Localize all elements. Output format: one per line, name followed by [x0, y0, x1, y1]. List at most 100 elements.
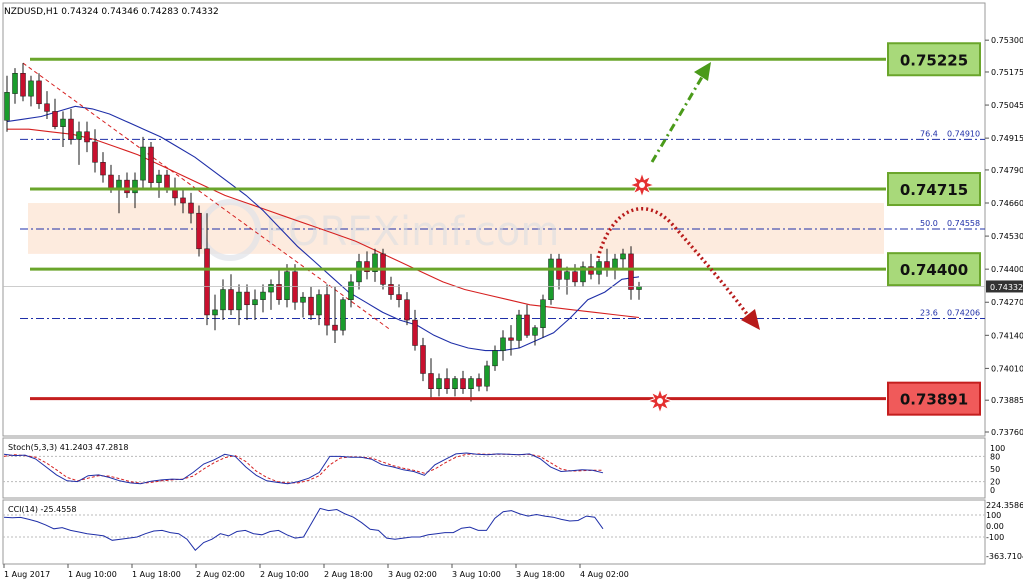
price-tick-label: 0.74400 — [991, 265, 1023, 274]
candle-body — [444, 378, 450, 389]
price-tick-label: 0.74530 — [991, 232, 1023, 241]
level-label: 0.74715 — [900, 181, 968, 199]
level-label: 0.74400 — [900, 261, 968, 279]
candle-body — [252, 299, 258, 306]
stoch-panel — [2, 437, 986, 499]
fib-ratio: 23.6 — [920, 309, 938, 318]
price-tick-label: 0.74915 — [991, 134, 1023, 143]
candle-body — [4, 92, 10, 121]
price-tick-label: 0.75300 — [991, 36, 1023, 45]
candle-body — [436, 378, 442, 389]
candle-body — [420, 345, 426, 374]
candle-body — [484, 365, 490, 387]
candle-body — [452, 378, 458, 389]
candle-body — [292, 271, 298, 303]
candle — [148, 141, 154, 188]
candle-body — [220, 289, 226, 311]
candle-body — [500, 337, 506, 351]
cci-tick-label: -363.7104 — [986, 552, 1023, 561]
candle-body — [340, 299, 346, 331]
chart-panels — [2, 2, 986, 565]
support-marker — [646, 387, 674, 415]
candle-body — [572, 271, 578, 283]
candle-body — [468, 378, 474, 389]
time-tick-label: 3 Aug 18:00 — [516, 570, 565, 579]
candle-body — [428, 373, 434, 389]
candle-body — [244, 291, 250, 306]
fib-value: 0.74910 — [947, 129, 980, 138]
candle-body — [132, 179, 138, 194]
chart-canvas: 76.4 0.74910 50.0 0.74558 23.6 0.74206 FOREXi… — [2, 2, 1023, 579]
candle-body — [108, 174, 114, 188]
time-tick-label: 1 Aug 2017 — [4, 570, 50, 579]
price-tick-label: 0.74270 — [991, 298, 1023, 307]
candle-body — [100, 162, 106, 176]
fib-value: 0.74206 — [947, 309, 980, 318]
current-price-label: 0.74332 — [990, 283, 1023, 292]
candle-body — [348, 281, 354, 300]
candle-body — [76, 131, 82, 140]
price-tick-label: 0.74140 — [991, 331, 1023, 340]
candle-body — [20, 73, 26, 97]
time-axis: 1 Aug 2017 1 Aug 10:00 1 Aug 18:00 2 Aug 02… — [3, 564, 629, 579]
candle-body — [84, 131, 90, 143]
stoch-tick-label: 50 — [990, 465, 1000, 474]
breakout-marker — [628, 171, 656, 199]
candle-body — [212, 309, 218, 316]
candle-body — [164, 174, 170, 188]
time-tick-label: 1 Aug 10:00 — [68, 570, 117, 579]
candle-body — [148, 146, 154, 183]
candle-body — [188, 202, 194, 214]
candle-body — [516, 314, 522, 341]
fib-value: 0.74558 — [947, 219, 980, 228]
price-tick-label: 0.74790 — [991, 166, 1023, 175]
candle — [196, 205, 202, 257]
candle-body — [44, 103, 50, 112]
price-tick-label: 0.73885 — [991, 396, 1023, 405]
stoch-label: Stoch(5,3,3) 41.2403 47.2818 — [8, 443, 128, 452]
candle-body — [68, 118, 74, 140]
candle-body — [628, 253, 634, 290]
time-tick-label: 3 Aug 02:00 — [388, 570, 437, 579]
candle-body — [636, 286, 642, 290]
candle-body — [116, 179, 122, 188]
candle — [340, 297, 346, 336]
burst-core — [657, 398, 663, 404]
candle-body — [92, 141, 98, 163]
level-label: 0.75225 — [900, 51, 968, 69]
symbol-header: NZDUSD,H1 0.74324 0.74346 0.74283 0.7433… — [4, 7, 219, 17]
candle-body — [36, 80, 42, 105]
fib-ratio: 76.4 — [920, 129, 938, 138]
price-tick-label: 0.73760 — [991, 428, 1023, 437]
candle-body — [52, 111, 58, 127]
time-tick-label: 2 Aug 02:00 — [196, 570, 245, 579]
time-tick-label: 2 Aug 18:00 — [324, 570, 373, 579]
candle-body — [412, 319, 418, 346]
stoch-tick-label: 0 — [990, 486, 995, 495]
candle-body — [236, 291, 242, 311]
watermark-text: FOREXimf.com — [265, 209, 559, 255]
candle-body — [460, 378, 466, 389]
candle-body — [564, 271, 570, 280]
candle-body — [388, 284, 394, 295]
candle-body — [124, 179, 130, 194]
fib-ratio: 50.0 — [920, 219, 938, 228]
level-label: 0.73891 — [900, 391, 968, 409]
candle-body — [196, 212, 202, 250]
candle-body — [324, 294, 330, 326]
cci-tick-label: -100 — [986, 533, 1004, 542]
time-tick-label: 4 Aug 02:00 — [580, 570, 629, 579]
candle-body — [228, 289, 234, 311]
price-tick-label: 0.74010 — [991, 364, 1023, 373]
time-tick-label: 3 Aug 10:00 — [452, 570, 501, 579]
time-tick-label: 1 Aug 18:00 — [132, 570, 181, 579]
price-tick-label: 0.75175 — [991, 68, 1023, 77]
candle-body — [404, 299, 410, 321]
candle-body — [612, 258, 618, 270]
candle-body — [28, 80, 34, 97]
candle — [548, 253, 554, 305]
candle-body — [268, 284, 274, 293]
candle-body — [492, 350, 498, 367]
candle-body — [508, 337, 514, 341]
candle-body — [140, 146, 146, 181]
